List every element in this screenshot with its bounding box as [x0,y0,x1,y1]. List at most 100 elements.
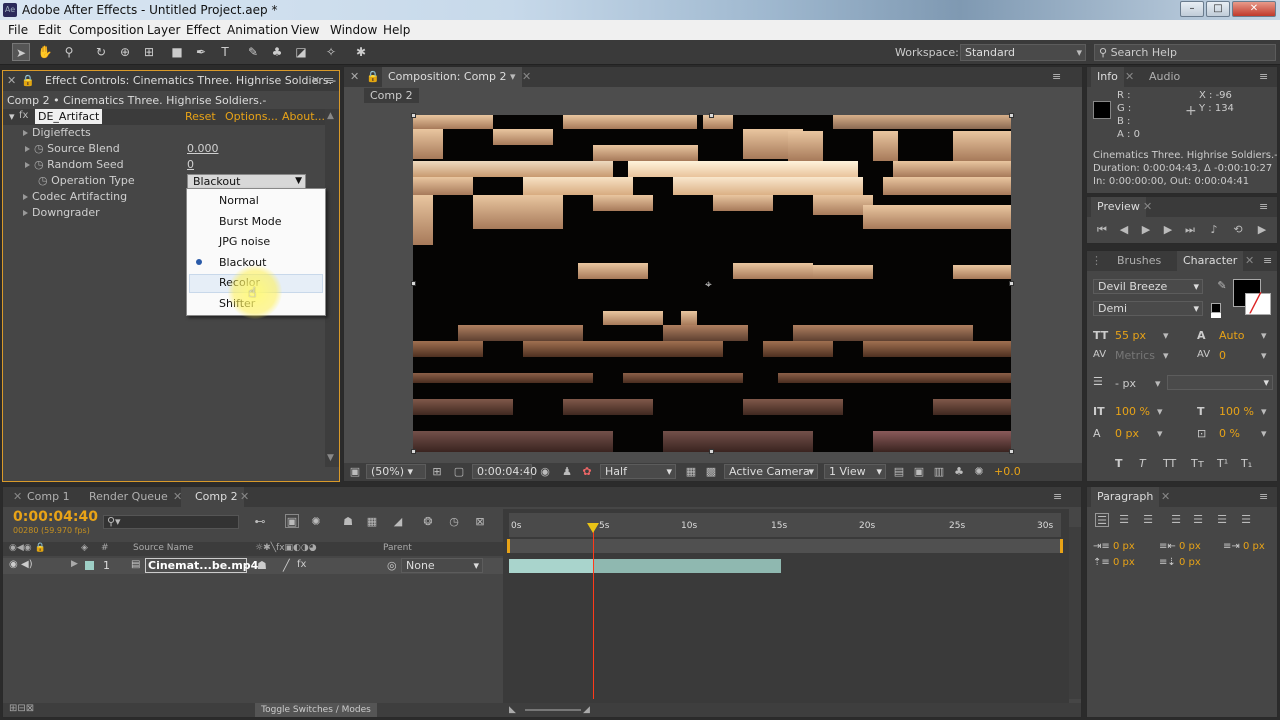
indent-left-value[interactable]: 0 px [1113,541,1135,552]
pen-tool-icon[interactable]: ✒ [192,43,210,61]
collapse-triangle-icon[interactable]: ▾ [9,110,15,123]
menu-file[interactable]: File [8,23,28,37]
exposure-value[interactable]: +0.0 [994,465,1021,478]
panel-close-icon[interactable]: ✕ [7,74,16,87]
subscript-button[interactable]: T₁ [1241,457,1252,470]
panel-menu-icon[interactable]: ≡ [325,74,334,87]
chevron-down-icon[interactable]: ▾ [1163,329,1169,342]
first-frame-icon[interactable]: ⏮ [1095,223,1109,237]
scroll-up-icon[interactable]: ▲ [327,111,334,121]
leading-value[interactable]: Auto [1219,329,1245,342]
justify-right-icon[interactable]: ☰ [1215,513,1229,527]
menu-edit[interactable]: Edit [38,23,61,37]
parent-header[interactable]: Parent [383,543,412,553]
region-of-interest-icon[interactable]: ▢ [452,465,466,479]
work-area-bar[interactable] [507,539,1063,553]
superscript-button[interactable]: T¹ [1217,457,1228,470]
close-icon[interactable]: ✕ [1125,70,1134,83]
channel-icon[interactable]: ✿ [580,465,594,479]
menu-view[interactable]: View [291,23,319,37]
composition-tab[interactable]: Composition: Comp 2 ▾ [382,67,522,87]
panel-menu-icon[interactable]: ≡ [1259,70,1268,83]
paragraph-tab[interactable]: Paragraph [1091,487,1160,507]
stroke-color-swatch[interactable]: ╱ [1245,293,1271,315]
tab-comp-1[interactable]: Comp 1 [27,490,70,503]
codec-artifacting-row[interactable]: Codec Artifacting [23,189,127,205]
effect-controls-tab[interactable]: ✕ 🔒 Effect Controls: Cinematics Three. H… [3,71,339,91]
chevron-down-icon[interactable]: ▾ [1261,427,1267,440]
draft-3d-icon[interactable]: ✺ [309,515,323,529]
workspace-dropdown[interactable]: Standard ▾ [960,44,1086,61]
tracking-value[interactable]: 0 [1219,349,1226,362]
eyedropper-icon[interactable]: ✎ [1215,279,1229,293]
justify-center-icon[interactable]: ☰ [1191,513,1205,527]
panel-menu-icon[interactable]: ≡ [1053,490,1062,503]
source-name-header[interactable]: Source Name [133,543,193,553]
lock-icon[interactable]: 🔒 [21,74,35,87]
effect-header-row[interactable]: ▾ fx DE_Artifact Reset Options... About.… [3,109,325,125]
chevron-down-icon[interactable]: ▾ [510,70,516,83]
type-tool-icon[interactable]: T [216,43,234,61]
menu-animation[interactable]: Animation [227,23,288,37]
toggle-switches-modes-button[interactable]: Toggle Switches / Modes [255,703,377,717]
composition-viewer[interactable] [413,115,1011,452]
random-seed-row[interactable]: ◷ Random Seed [25,157,124,173]
zoom-in-icon[interactable]: ◢ [583,705,590,715]
camera-tool-icon[interactable]: ⊕ [116,43,134,61]
horizontal-scale-value[interactable]: 100 % [1219,405,1254,418]
close-icon[interactable]: ✕ [522,70,531,83]
maximize-button[interactable]: □ [1206,1,1230,17]
reset-exposure-icon[interactable]: ✺ [972,465,986,479]
label-color-swatch[interactable] [85,561,94,570]
hand-tool-icon[interactable]: ✋ [36,43,54,61]
close-icon[interactable]: ✕ [1143,200,1152,213]
toggle-pixel-aspect-icon[interactable]: ▤ [892,465,906,479]
expand-triangle-icon[interactable] [25,162,30,168]
about-link[interactable]: About... [282,110,325,123]
expand-panes-icon[interactable]: ⊞⊟⊠ [9,703,34,714]
lock-icon[interactable]: 🔒 [366,70,380,83]
zoom-out-icon[interactable]: ◣ [509,705,516,715]
transform-handle[interactable] [1009,113,1014,118]
safe-margins-icon[interactable]: ⊞ [430,465,444,479]
brushes-tab[interactable]: Brushes [1117,254,1161,267]
justify-left-icon[interactable]: ☰ [1169,513,1183,527]
layer-row[interactable]: ◉ ◀) ▶ 1 ▤ Cinemat...be.mp4 ☗ ╱ fx ◎ Non… [3,558,503,574]
effect-name[interactable]: DE_Artifact [35,109,103,124]
previous-frame-icon[interactable]: ◀ [1117,223,1131,237]
last-frame-icon[interactable]: ⏭ [1183,223,1197,237]
zoom-slider[interactable] [525,709,581,711]
options-link[interactable]: Options... [225,110,278,123]
views-dropdown[interactable]: 1 View ▾ [824,464,886,479]
transform-handle[interactable] [411,281,416,286]
close-button[interactable]: ✕ [1232,1,1276,17]
indent-first-value[interactable]: 0 px [1179,541,1201,552]
roto-brush-tool-icon[interactable]: ✧ [322,43,340,61]
tsume-value[interactable]: 0 % [1219,427,1240,440]
tab-render-queue[interactable]: Render Queue [89,490,168,503]
flowchart-icon[interactable]: ♣ [952,465,966,479]
stopwatch-icon[interactable]: ◷ [447,515,461,529]
all-caps-button[interactable]: TT [1163,457,1176,470]
timeline-icon[interactable]: ▥ [932,465,946,479]
audio-tab[interactable]: Audio [1149,70,1180,83]
timeline-scrollbar[interactable] [1069,527,1081,699]
loop-icon[interactable]: ⟲ [1231,223,1245,237]
rotate-tool-icon[interactable]: ↻ [92,43,110,61]
vertical-scale-value[interactable]: 100 % [1115,405,1150,418]
chevron-down-icon[interactable]: ▾ [1155,377,1161,390]
panel-menu-icon[interactable]: ≡ [1263,254,1272,267]
downgrader-row[interactable]: Downgrader [23,205,100,221]
resolution-dropdown[interactable]: Half ▾ [600,464,676,479]
menu-window[interactable]: Window [330,23,377,37]
live-update-icon[interactable]: ▣ [285,514,299,528]
clone-stamp-tool-icon[interactable]: ♣ [268,43,286,61]
panel-menu-icon[interactable]: ≡ [1052,70,1061,83]
selection-tool-icon[interactable]: ➤ [12,43,30,61]
fast-previews-icon[interactable]: ▣ [912,465,926,479]
stopwatch-icon[interactable]: ◷ [34,158,44,171]
audio-icon[interactable]: ♪ [1207,223,1221,237]
shy-layers-icon[interactable]: ☗ [341,515,355,529]
expand-triangle-icon[interactable]: ▶ [71,559,78,569]
close-icon[interactable]: ✕ [1245,254,1254,267]
